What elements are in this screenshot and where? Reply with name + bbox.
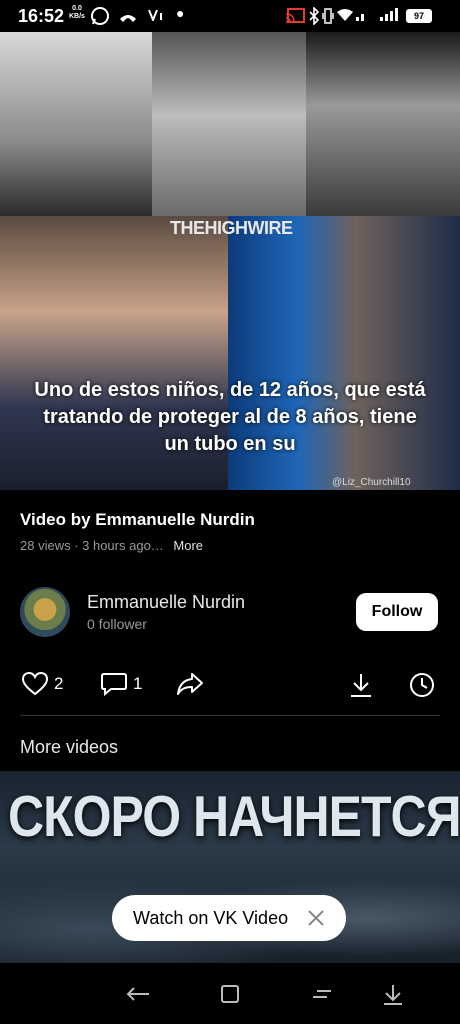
watch-later-button[interactable]: [409, 672, 435, 698]
watch-on-vk-banner[interactable]: Watch on VK Video: [112, 895, 346, 941]
video-watermark: THEHIGHWIRE: [170, 218, 293, 238]
share-button[interactable]: [176, 672, 204, 696]
views-and-time: 28 views · 3 hours ago…: [20, 538, 164, 553]
follower-count: 0 follower: [87, 616, 147, 632]
missed-call-icon: [120, 15, 136, 22]
close-icon[interactable]: [305, 907, 327, 929]
vibrate-icon: [322, 8, 334, 24]
system-nav-bar: [0, 963, 460, 1024]
more-videos-heading: More videos: [20, 737, 119, 757]
cast-icon: [285, 8, 305, 23]
home-icon[interactable]: [217, 981, 243, 1007]
net-speed: 0.0 KB/s: [69, 5, 85, 21]
clock-icon: [410, 673, 434, 697]
volte-icon: [148, 9, 162, 21]
portrait-photo: [306, 32, 460, 216]
download-button[interactable]: [348, 672, 374, 698]
recents-icon[interactable]: [309, 981, 335, 1007]
divider: [20, 715, 440, 716]
watch-on-vk-label: Watch on VK Video: [133, 907, 289, 928]
net-speed-unit: KB/s: [69, 13, 85, 20]
video-title: Video by Emmanuelle Nurdin: [20, 510, 255, 529]
wifi-icon: [337, 9, 353, 21]
thumbnail-title: СКОРО НАЧНЕТСЯ...: [8, 784, 460, 849]
video-player[interactable]: THEHIGHWIRE Uno de estos niños, de 12 añ…: [0, 32, 460, 490]
hide-nav-icon[interactable]: [380, 981, 406, 1007]
video-caption: Uno de estos niños, de 12 años, que está…: [34, 379, 426, 455]
video-meta: 28 views · 3 hours ago… More: [20, 538, 203, 553]
portrait-photo: [0, 32, 152, 216]
bluetooth-icon: [309, 7, 320, 25]
notification-dot-icon: ●: [176, 5, 185, 21]
comment-icon: [101, 673, 127, 696]
whatsapp-icon: [91, 7, 109, 25]
heart-icon: [22, 672, 48, 696]
video-handle: @Liz_Churchill10: [332, 477, 411, 488]
follow-button[interactable]: Follow: [356, 593, 438, 631]
avatar[interactable]: [20, 587, 70, 637]
battery-indicator: 97: [406, 9, 432, 23]
share-icon: [177, 673, 203, 695]
like-count: 2: [54, 674, 64, 693]
comment-button[interactable]: 1: [101, 672, 142, 696]
comment-count: 1: [133, 674, 143, 693]
channel-name[interactable]: Emmanuelle Nurdin: [87, 592, 245, 613]
like-button[interactable]: 2: [22, 672, 63, 696]
back-icon[interactable]: [125, 981, 151, 1007]
status-bar: 16:52 0.0 KB/s ● 97: [0, 0, 460, 32]
status-time: 16:52: [18, 6, 65, 26]
signal-icon: [356, 8, 398, 21]
portrait-photo: [152, 32, 306, 216]
download-icon: [351, 674, 371, 697]
net-speed-value: 0.0: [72, 5, 82, 12]
more-link[interactable]: More: [173, 538, 203, 553]
